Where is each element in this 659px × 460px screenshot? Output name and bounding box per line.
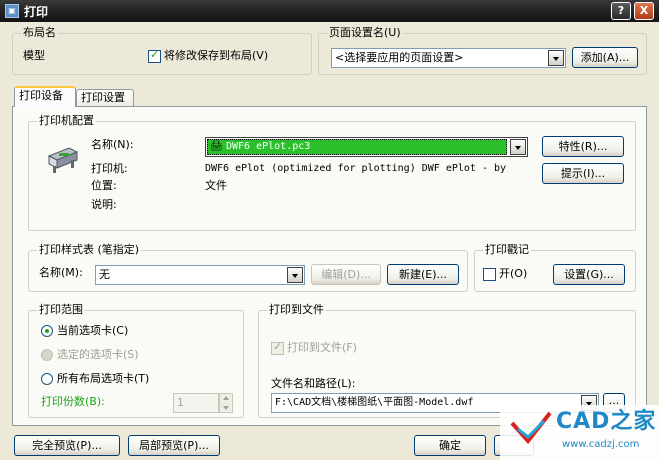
plot-style-combo[interactable]: 无: [95, 265, 305, 285]
close-button[interactable]: X: [634, 2, 654, 20]
help-button[interactable]: ?: [611, 2, 631, 20]
page-setup-combo-value: <选择要应用的页面设置>: [335, 51, 464, 64]
tab-plot-settings[interactable]: 打印设置: [76, 89, 134, 107]
file-path-value: F:\CAD文档\楼梯图纸\平面图-Model.dwf: [275, 397, 474, 408]
page-setup-group-label: 页面设置名(U): [327, 26, 403, 39]
layout-name-value: 模型: [23, 49, 45, 62]
copies-value: 1: [177, 396, 184, 409]
plot-style-combo-value: 无: [99, 268, 110, 281]
add-page-setup-button[interactable]: 添加(A)...: [572, 47, 638, 68]
plot-style-name-label: 名称(M):: [39, 266, 83, 279]
plotter-config-group-label: 打印机配置: [37, 114, 96, 127]
plot-stamp-group-label: 打印戳记: [483, 243, 531, 256]
range-current-tab-label[interactable]: 当前选项卡(C): [57, 324, 128, 338]
plotter-small-icon: 🖨: [210, 141, 223, 152]
chevron-up-icon[interactable]: [223, 396, 229, 400]
chevron-down-icon[interactable]: [548, 50, 564, 66]
chevron-down-icon[interactable]: [510, 139, 526, 155]
plotter-name-combo[interactable]: 🖨 DWF6 ePlot.pc3: [205, 137, 528, 157]
plot-style-new-button[interactable]: 新建(E)...: [387, 264, 459, 285]
plot-style-edit-button[interactable]: 编辑(D)...: [311, 264, 381, 285]
page-setup-group: 页面设置名(U) <选择要应用的页面设置> 添加(A)...: [318, 27, 647, 75]
watermark-url: www.cadzj.com: [562, 439, 640, 450]
tab-plot-device[interactable]: 打印设备: [14, 86, 76, 107]
plotter-hints-button[interactable]: 提示(I)...: [542, 163, 624, 184]
watermark-brand: CAD之家: [556, 409, 657, 434]
layout-name-group-label: 布局名: [21, 26, 58, 39]
plot-stamp-on-label[interactable]: 开(O): [499, 267, 527, 281]
page-setup-combo[interactable]: <选择要应用的页面设置>: [331, 48, 566, 68]
watermark-logo-icon: [510, 409, 554, 445]
save-to-layout-checkbox[interactable]: [148, 48, 161, 63]
plotter-icon: [47, 142, 79, 174]
plot-style-group: 打印样式表 (笔指定) 名称(M): 无 编辑(D)... 新建(E)...: [28, 244, 468, 292]
plot-stamp-group: 打印戳记 开(O) 设置(G)...: [474, 244, 636, 292]
copies-stepper[interactable]: 1: [173, 393, 219, 413]
full-preview-button[interactable]: 完全预览(P)...: [14, 435, 120, 456]
layout-name-group: 布局名 模型 将修改保存到布局(V): [12, 27, 312, 75]
range-all-tabs-label[interactable]: 所有布局选项卡(T): [57, 372, 149, 386]
file-path-label: 文件名和路径(L):: [271, 377, 356, 390]
copies-stepper-arrows[interactable]: [219, 393, 233, 413]
plot-stamp-on-checkbox[interactable]: [483, 268, 496, 281]
range-current-tab-radio[interactable]: [41, 325, 53, 337]
plot-range-group-label: 打印范围: [37, 303, 85, 316]
title-bar: ▣ 打印 ? X: [0, 0, 659, 22]
plotter-config-group: 打印机配置 名称(N): 🖨 DWF6 ePlot.pc3 特性(R)... 打…: [28, 115, 636, 231]
partial-preview-button[interactable]: 局部预览(P)...: [128, 435, 220, 456]
plotter-name-value: DWF6 ePlot.pc3: [226, 141, 311, 152]
location-label: 位置:: [91, 179, 117, 192]
plotter-label: 打印机:: [91, 162, 128, 175]
description-label: 说明:: [91, 198, 117, 211]
watermark: CAD之家 www.cadzj.com: [500, 405, 659, 460]
plot-stamp-settings-button[interactable]: 设置(G)...: [553, 264, 625, 285]
plot-range-group: 打印范围 当前选项卡(C) 选定的选项卡(S) 所有布局选项卡(T) 打印份数(…: [28, 304, 244, 418]
location-value: 文件: [205, 179, 227, 192]
print-app-icon: ▣: [5, 4, 19, 18]
plot-to-file-group: 打印到文件 打印到文件(F) 文件名和路径(L): F:\CAD文档\楼梯图纸\…: [258, 304, 636, 418]
chevron-down-icon[interactable]: [223, 406, 229, 410]
copies-label: 打印份数(B):: [41, 395, 105, 408]
range-all-tabs-radio[interactable]: [41, 373, 53, 385]
plot-to-file-label[interactable]: 打印到文件(F): [287, 341, 357, 355]
plot-to-file-checkbox[interactable]: [271, 340, 284, 355]
save-to-layout-label[interactable]: 将修改保存到布局(V): [164, 49, 268, 63]
plot-style-group-label: 打印样式表 (笔指定): [37, 243, 142, 256]
plotter-properties-button[interactable]: 特性(R)...: [542, 136, 624, 157]
range-selected-tabs-label[interactable]: 选定的选项卡(S): [57, 348, 139, 362]
chevron-down-icon[interactable]: [287, 267, 303, 283]
ok-button[interactable]: 确定: [414, 435, 486, 456]
window-title: 打印: [24, 5, 49, 19]
plot-to-file-group-label: 打印到文件: [267, 303, 326, 316]
plotter-name-label: 名称(N):: [91, 138, 134, 151]
plotter-value: DWF6 ePlot (optimized for plotting) DWF …: [205, 163, 507, 174]
range-selected-tabs-radio[interactable]: [41, 349, 53, 361]
